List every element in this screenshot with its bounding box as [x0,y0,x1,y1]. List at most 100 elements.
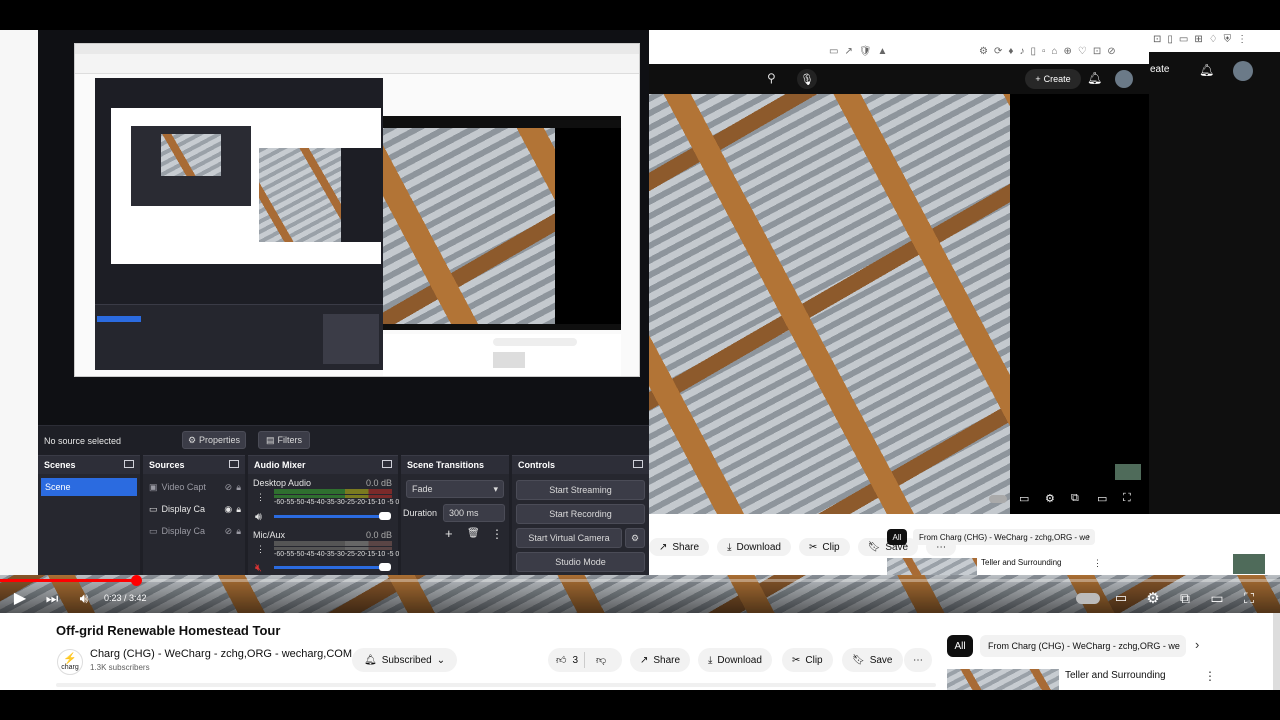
theater-icon[interactable]: ▭ [1097,492,1107,505]
trash-icon[interactable]: 🗑︎ [467,528,480,539]
chevron-right-icon[interactable]: › [1087,531,1090,541]
transition-select[interactable]: Fade ▾ [406,480,504,498]
like-button[interactable]: 👍︎ 3 [548,652,586,668]
create-button[interactable]: + Create [1025,69,1081,89]
bell-icon[interactable]: 🔔︎ [1199,63,1214,77]
lock-icon[interactable]: 🔒︎ [236,504,241,515]
start-virtual-camera-button[interactable]: Start Virtual Camera [516,528,622,548]
kebab-menu-icon[interactable]: ⋮ [1093,558,1102,569]
search-icon[interactable]: ⚲ [767,71,776,85]
kebab-menu-icon[interactable]: ⋮ [256,544,265,555]
scene-transitions-dock: Scene Transitions Fade ▾ Duration 300 ms… [401,455,509,575]
chip-all[interactable]: All [947,635,973,657]
mic-aux-meter-2 [274,547,392,550]
meter-scale: -60-55-50-45-40-35-30-25-20-15-10 -5 0 [274,499,400,506]
source-item-2[interactable]: ▭ Display Ca ◉ 🔒︎ [149,504,241,515]
browser-toolbar-icons[interactable]: ▭↗🛡▲ [829,46,893,57]
browser-icons[interactable]: ⊡▯▭⊞♢⛨⋮ [1153,34,1253,45]
eye-icon[interactable]: ◉ [224,504,232,515]
start-streaming-button[interactable]: Start Streaming [516,480,645,500]
duration-spinbox[interactable]: 300 ms [443,504,505,522]
bell-icon[interactable]: 🔔︎ [1087,71,1102,85]
scrollbar[interactable] [1273,613,1280,690]
chip-channel[interactable]: From Charg (CHG) - WeCharg - zchg,ORG - … [980,635,1186,657]
properties-button[interactable]: ⚙ Properties [182,431,246,449]
mini-chip-channel[interactable]: From Charg (CHG) - WeCharg - zchg,ORG - … [913,529,1095,545]
download-icon: ⤓ [708,654,713,666]
clip-button[interactable]: ✂ Clip [782,648,833,672]
lock-icon[interactable]: 🔒︎ [236,482,241,493]
start-recording-button[interactable]: Start Recording [516,504,645,524]
description-box-edge [56,683,936,687]
mic-volume-slider[interactable] [274,566,386,569]
mic-volume-handle[interactable] [379,563,391,571]
undock-icon[interactable] [124,460,134,468]
subscribed-button[interactable]: 🔔︎ Subscribed ⌄ [352,648,458,672]
volume-icon[interactable]: 🔊︎ [74,589,94,607]
kebab-menu-icon[interactable]: ⋮ [1204,669,1216,683]
save-button[interactable]: 🔖︎ Save [842,648,903,672]
undock-icon[interactable] [382,460,392,468]
virtual-camera-settings-button[interactable]: ⚙ [625,528,645,548]
scenes-dock: Scenes Scene [38,455,140,575]
eye-hidden-icon[interactable]: ⊘ [225,526,233,537]
captions-icon[interactable]: ▭ [1110,589,1132,607]
filters-button[interactable]: ▤ Filters [258,431,310,449]
autoplay-toggle[interactable] [1076,593,1100,604]
kebab-menu-icon[interactable]: ⋮ [491,527,503,541]
autoplay-toggle[interactable] [989,495,1007,503]
muted-speaker-icon[interactable]: 🔇︎ [255,562,262,575]
recommendation-title[interactable]: Teller and Surrounding [1065,670,1166,681]
gear-icon: ⚙ [187,434,197,445]
source-item-1[interactable]: ▣ Video Capt ⊘ 🔒︎ [149,482,241,493]
fullscreen-icon[interactable]: ⛶ [1123,492,1131,505]
desktop-volume-slider[interactable] [274,515,386,518]
mini-rec-thumbnail[interactable] [887,558,977,575]
settings-gear-icon[interactable]: ⚙ [1142,589,1164,607]
screen: No source selected ⚙ Properties ▤ Filter… [0,0,1280,720]
desktop-volume-handle[interactable] [379,512,391,520]
mini-share-button[interactable]: ↗ Share [649,538,710,556]
avatar[interactable] [1115,70,1133,88]
kebab-menu-icon[interactable]: ⋮ [256,492,265,503]
more-actions-button[interactable]: ⋯ [904,648,932,672]
mini-rec-title[interactable]: Teller and Surrounding [981,558,1062,567]
gear-icon[interactable]: ⚙ [1045,492,1055,505]
share-button[interactable]: ↗ Share [630,648,691,672]
undock-icon[interactable] [633,460,643,468]
channel-name[interactable]: Charg (CHG) - WeCharg - zchg,ORG - wecha… [90,648,352,660]
avatar[interactable] [1233,61,1253,81]
create-label-right[interactable]: eate [1150,64,1169,75]
eye-hidden-icon[interactable]: ⊘ [225,482,233,493]
mini-clip-button[interactable]: ✂ Clip [798,538,850,556]
mini-download-button[interactable]: ⤓ Download [717,538,791,556]
mic-aux-db: 0.0 dB [365,530,392,540]
extension-icons[interactable]: ⚙⟳♦♪▯▫⌂⊕♡⊡⊘ [979,46,1122,57]
progress-scrubber[interactable] [131,575,142,586]
add-icon[interactable]: + [445,526,453,541]
video-frame-right [649,94,1010,514]
thumbs-down-icon[interactable]: 👎︎ [590,654,612,666]
mini-chip-all[interactable]: All [887,529,907,545]
lock-icon[interactable]: 🔒︎ [236,526,241,537]
mic-icon[interactable]: 🎙︎ [797,69,817,89]
recommendation-thumbnail[interactable] [947,669,1059,690]
fullscreen-icon[interactable]: ⛶ [1238,589,1260,607]
speaker-icon[interactable]: 🔊︎ [255,511,262,524]
undock-icon[interactable] [229,460,239,468]
miniplayer-icon[interactable]: ⧉ [1174,589,1196,607]
captions-icon[interactable]: ▭ [1019,492,1029,505]
source-item-3[interactable]: ▭ Display Ca ⊘ 🔒︎ [149,526,241,537]
scene-item[interactable]: Scene [41,478,137,496]
youtube-info-mini: ↗ Share ⤓ Download ✂ Clip 🔖︎ Save ⋯ All From… [649,514,1149,575]
miniplayer-icon[interactable]: ⧉ [1071,492,1079,505]
theater-mode-icon[interactable]: ▭ [1206,589,1228,607]
progress-bar[interactable] [0,579,1280,582]
studio-mode-button[interactable]: Studio Mode [516,552,645,572]
play-icon[interactable]: ▶ [10,589,30,607]
next-icon[interactable]: ⏭︎ [42,589,62,607]
controls-title: Controls [518,460,555,470]
channel-avatar[interactable]: ⚡ charg [57,649,83,675]
chevron-right-icon[interactable]: › [1195,637,1199,652]
download-button[interactable]: ⤓ Download [698,648,772,672]
